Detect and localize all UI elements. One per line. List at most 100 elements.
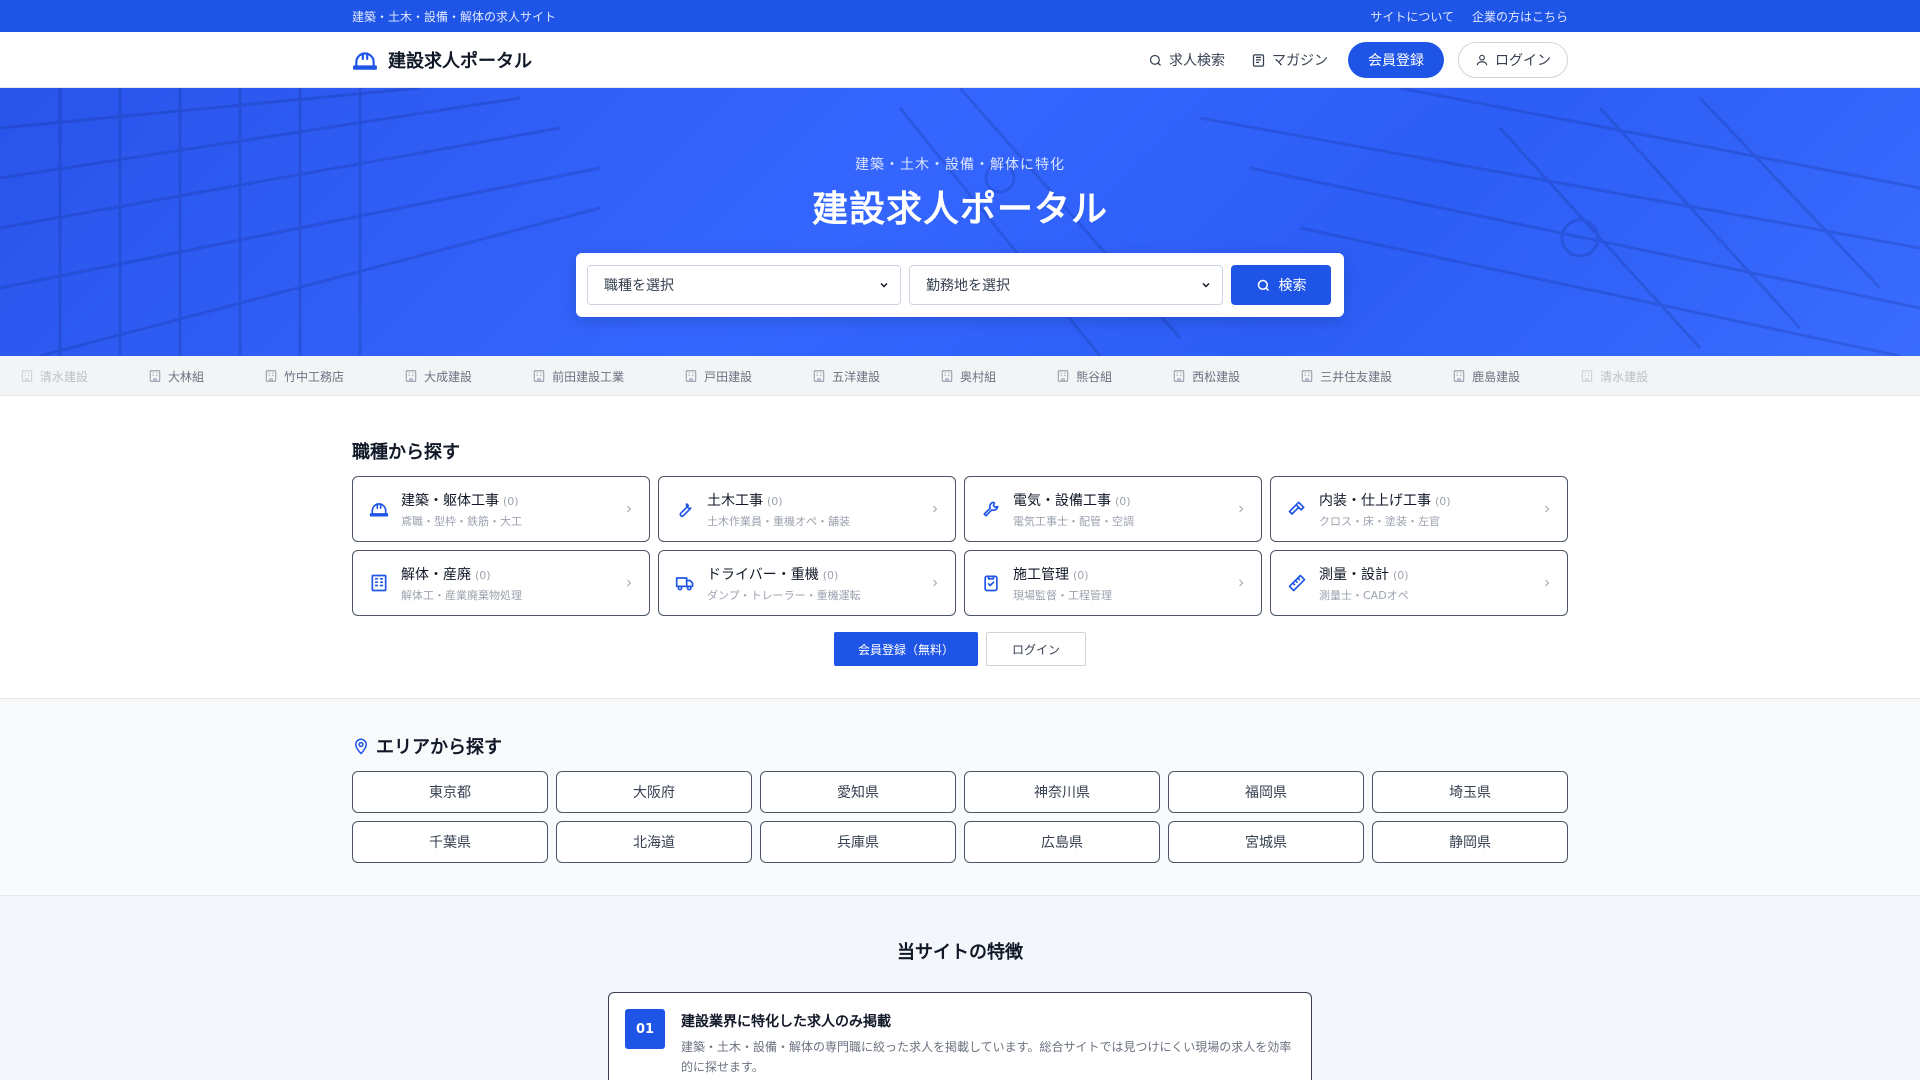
job-category-card[interactable]: 建築・躯体工事 (0) 鳶職・型枠・鉄筋・大工 — [352, 476, 650, 542]
company-name: 大成建設 — [424, 369, 473, 384]
about-link[interactable]: サイトについて — [1370, 8, 1454, 25]
job-category-subtitle: 鳶職・型枠・鉄筋・大工 — [401, 514, 522, 528]
area-button[interactable]: 大阪府 — [556, 771, 752, 813]
job-category-card[interactable]: ドライバー・重機 (0) ダンプ・トレーラー・重機運転 — [658, 550, 956, 616]
area-button[interactable]: 静岡県 — [1372, 821, 1568, 863]
building-icon — [1581, 370, 1593, 382]
company-name: 鹿島建設 — [1472, 369, 1521, 384]
job-category-card[interactable]: 電気・設備工事 (0) 電気工事士・配管・空調 — [964, 476, 1262, 542]
company-logo[interactable]: 清水建設 — [20, 368, 88, 385]
building-icon — [685, 370, 697, 382]
company-name: 清水建設 — [1600, 369, 1649, 384]
company-name: 西松建設 — [1192, 369, 1241, 384]
company-logo[interactable]: 竹中工務店 — [264, 368, 344, 385]
ruler-icon — [1288, 574, 1306, 592]
company-logo[interactable]: 三井住友建設 — [1300, 368, 1392, 385]
company-name: 大林組 — [168, 369, 205, 384]
cta-login-button[interactable]: ログイン — [986, 632, 1086, 666]
company-logo[interactable]: 戸田建設 — [684, 368, 752, 385]
job-category-count: (0) — [1073, 568, 1089, 582]
job-category-subtitle: 現場監督・工程管理 — [1013, 588, 1112, 602]
area-title-label: エリアから探す — [376, 737, 502, 758]
company-logo[interactable]: 五洋建設 — [812, 368, 880, 385]
company-logo[interactable]: 鹿島建設 — [1452, 368, 1520, 385]
area-button[interactable]: 埼玉県 — [1372, 771, 1568, 813]
job-category-name: 建築・躯体工事 — [401, 492, 499, 509]
job-category-subtitle: クロス・床・塗装・左官 — [1319, 514, 1440, 528]
chevron-right-icon — [627, 505, 632, 513]
company-name: 竹中工務店 — [284, 369, 345, 384]
login-button[interactable]: ログイン — [1458, 42, 1568, 78]
building-icon — [371, 574, 387, 592]
area-button[interactable]: 愛知県 — [760, 771, 956, 813]
job-category-name: 施工管理 — [1013, 566, 1069, 583]
job-category-count: (0) — [503, 494, 519, 508]
area-button[interactable]: 兵庫県 — [760, 821, 956, 863]
job-category-subtitle: 測量士・CADオペ — [1319, 588, 1409, 602]
company-logo[interactable]: 大成建設 — [404, 368, 472, 385]
wrench-icon — [679, 503, 692, 517]
building-icon — [1057, 370, 1069, 382]
job-category-card[interactable]: 解体・産廃 (0) 解体工・産業廃棄物処理 — [352, 550, 650, 616]
features-section-wrapper: 当サイトの特徴 01 建設業界に特化した求人のみ掲載 建築・土木・設備・解体の専… — [0, 896, 1920, 1080]
location-select-value: 勤務地を選択 — [926, 278, 1010, 294]
company-ticker: 清水建設 大林組 竹中工務店 大成建設 前田建設工業 戸田建設 五洋建設 奥村組 熊谷組 西松建設… — [0, 356, 1920, 396]
chevron-right-icon — [933, 505, 938, 513]
area-button[interactable]: 神奈川県 — [964, 771, 1160, 813]
register-button[interactable]: 会員登録 — [1348, 42, 1444, 78]
job-category-name: 電気・設備工事 — [1013, 492, 1111, 509]
hardhat-icon — [369, 503, 389, 517]
area-button[interactable]: 北海道 — [556, 821, 752, 863]
job-category-count: (0) — [767, 494, 783, 508]
building-icon — [149, 370, 161, 382]
area-button[interactable]: 東京都 — [352, 771, 548, 813]
job-category-count: (0) — [1435, 494, 1451, 508]
job-category-name: 土木工事 — [707, 492, 763, 509]
company-name: 熊谷組 — [1076, 369, 1113, 384]
building-icon — [941, 370, 953, 382]
job-category-card[interactable]: 土木工事 (0) 土木作業員・重機オペ・舗装 — [658, 476, 956, 542]
job-category-subtitle: 電気工事士・配管・空調 — [1013, 514, 1134, 528]
company-link[interactable]: 企業の方はこちら — [1472, 8, 1568, 25]
feature-card: 01 建設業界に特化した求人のみ掲載 建築・土木・設備・解体の専門職に絞った求人… — [608, 992, 1312, 1080]
company-logo[interactable]: 奥村組 — [940, 368, 996, 385]
company-logo[interactable]: 大林組 — [148, 368, 204, 385]
chevron-down-icon — [880, 282, 888, 288]
job-type-select[interactable]: 職種を選択 — [587, 265, 901, 305]
company-logo[interactable]: 西松建設 — [1172, 368, 1240, 385]
building-icon — [265, 370, 277, 382]
job-category-card[interactable]: 施工管理 (0) 現場監督・工程管理 — [964, 550, 1262, 616]
company-name: 五洋建設 — [832, 369, 881, 384]
hero-subtitle: 建築・土木・設備・解体に特化 — [855, 157, 1065, 173]
job-category-card[interactable]: 内装・仕上げ工事 (0) クロス・床・塗装・左官 — [1270, 476, 1568, 542]
hardhat-icon — [353, 52, 377, 70]
job-category-card[interactable]: 測量・設計 (0) 測量士・CADオペ — [1270, 550, 1568, 616]
register-free-button[interactable]: 会員登録（無料） — [834, 632, 978, 666]
location-select[interactable]: 勤務地を選択 — [909, 265, 1223, 305]
nav-magazine[interactable]: マガジン — [1245, 50, 1334, 70]
company-name: 三井住友建設 — [1320, 369, 1393, 384]
map-pin-icon — [354, 738, 368, 755]
search-button-label: 検索 — [1278, 278, 1307, 294]
area-button[interactable]: 福岡県 — [1168, 771, 1364, 813]
job-category-name: 解体・産廃 — [401, 566, 471, 583]
clipboard-icon — [984, 575, 998, 592]
site-logo[interactable]: 建設求人ポータル — [352, 47, 532, 73]
job-category-count: (0) — [1115, 494, 1131, 508]
job-type-select-value: 職種を選択 — [604, 278, 674, 294]
job-category-name: ドライバー・重機 — [707, 566, 819, 583]
area-button[interactable]: 広島県 — [964, 821, 1160, 863]
area-button[interactable]: 千葉県 — [352, 821, 548, 863]
hammer-icon — [1288, 501, 1305, 515]
chevron-right-icon — [933, 579, 938, 587]
job-category-grid: 建築・躯体工事 (0) 鳶職・型枠・鉄筋・大工 土木工事 (0) 土木作業員・重機オペ・舗… — [352, 476, 1568, 616]
company-logo[interactable]: 前田建設工業 — [532, 368, 624, 385]
search-button[interactable]: 検索 — [1231, 265, 1331, 305]
company-logo[interactable]: 清水建設 — [1580, 368, 1648, 385]
feature-number: 01 — [625, 1009, 665, 1049]
company-logo[interactable]: 熊谷組 — [1056, 368, 1112, 385]
hero-title: 建設求人ポータル — [811, 189, 1108, 230]
nav-job-search[interactable]: 求人検索 — [1142, 50, 1231, 70]
chevron-right-icon — [627, 579, 632, 587]
area-button[interactable]: 宮城県 — [1168, 821, 1364, 863]
